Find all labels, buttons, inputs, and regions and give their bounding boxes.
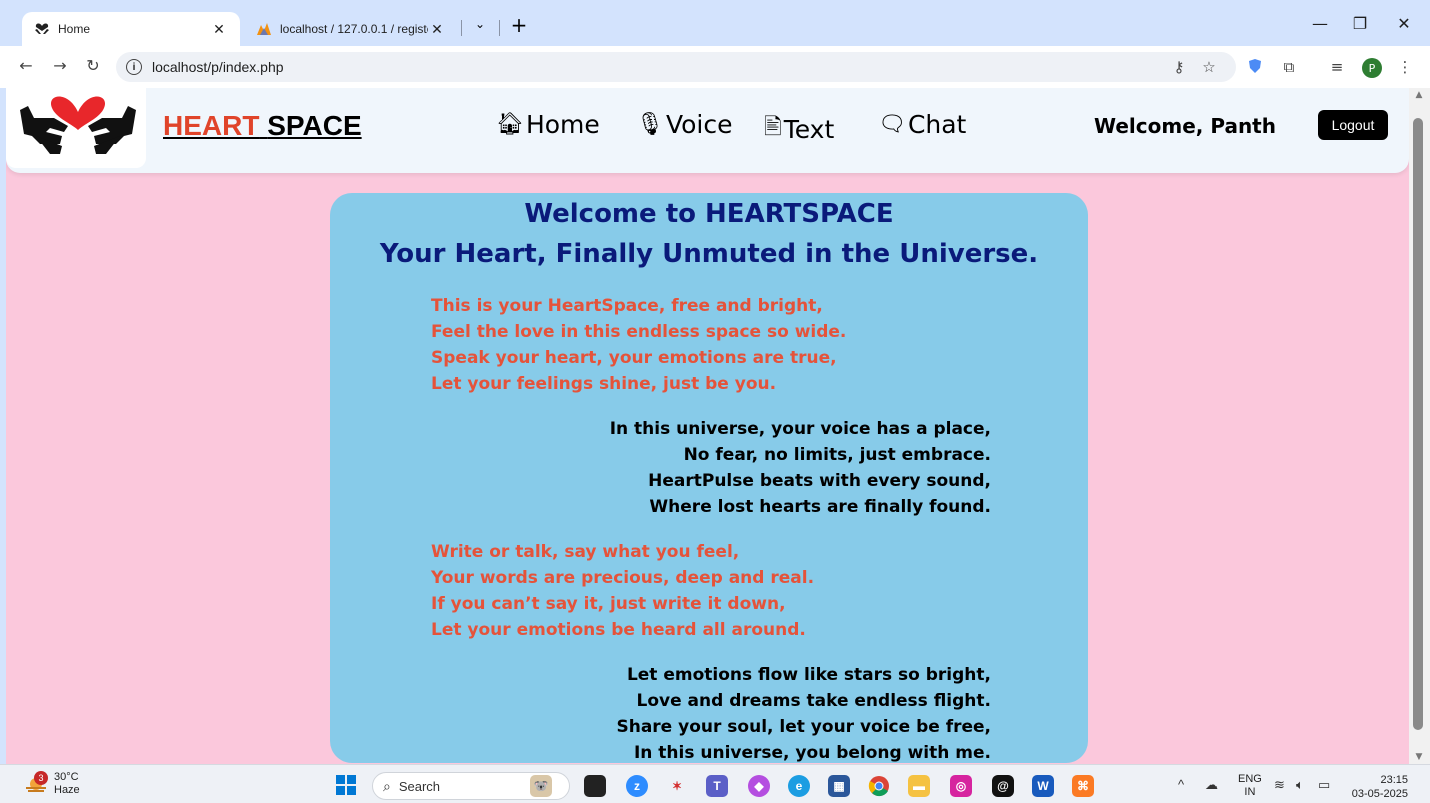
wifi-icon[interactable]: ≋ [1274,777,1285,793]
welcome-card: Welcome to HEARTSPACE Your Heart, Finall… [330,193,1088,763]
tab-separator [499,20,500,36]
onedrive-cloud-icon[interactable]: ☁ [1205,777,1218,793]
chat-bubbles-icon: 🗨︎ [878,112,906,137]
scroll-down-arrow-icon[interactable]: ▼ [1413,752,1425,762]
nav-chat[interactable]: 🗨︎ Chat [878,110,966,139]
close-window-icon[interactable]: ✕ [1390,14,1418,33]
page-scrollbar[interactable]: ▲ ▼ [1409,88,1430,764]
browser-toolbar: ← → ↻ i localhost/p/index.php ⚷ ☆ ⧉ ≡ ⋮ [0,46,1430,88]
volume-icon[interactable]: 🔈︎ [1296,777,1304,793]
restore-icon[interactable]: ❐ [1346,14,1374,33]
password-key-icon[interactable]: ⚷ [1168,58,1190,76]
tab-title: Home [58,22,91,36]
site-info-icon[interactable]: i [126,59,142,75]
zoom-icon[interactable]: z [626,775,648,797]
instagram-icon[interactable]: ◎ [950,775,972,797]
forward-arrow-icon[interactable]: → [48,56,72,75]
scroll-up-arrow-icon[interactable]: ▲ [1413,90,1425,100]
chevron-up-icon[interactable]: ^ [1178,777,1184,792]
address-input[interactable]: i localhost/p/index.php [116,52,1236,82]
os-taskbar: 3 30°C Haze ⌕ Search 🐨 z ✶ T ◆ e ▦ ▬ ◎ @… [0,764,1430,803]
brand-title[interactable]: HEART SPACE [163,110,362,142]
nav-text[interactable]: 🖹 Text [764,110,834,148]
battery-icon[interactable]: ▭ [1318,777,1330,793]
chrome-icon[interactable] [868,775,890,797]
close-icon[interactable]: ✕ [428,21,446,38]
poem-stanza-1: This is your HeartSpace, free and bright… [431,296,847,394]
xampp-icon[interactable]: ⌘ [1072,775,1094,797]
weather-desc: Haze [54,784,80,796]
task-view-icon[interactable] [584,775,606,797]
site-header: HEART SPACE 🏠︎ Home 🎙︎ Voice 🖹 Text 🗨︎ Chat … [6,88,1409,173]
menu-kebab-icon[interactable]: ⋮ [1394,58,1416,76]
bookmark-star-icon[interactable]: ☆ [1198,58,1220,76]
weather-temp: 30°C [54,771,79,783]
url-text: localhost/p/index.php [152,59,284,75]
heart-hands-logo-icon [20,96,136,154]
sparkle-app-icon[interactable]: ✶ [666,775,688,797]
profile-avatar[interactable]: P [1362,58,1382,78]
edge-icon[interactable]: e [788,775,810,797]
windows-start-icon[interactable] [336,775,356,795]
document-pen-icon: 🖹 [764,115,782,140]
copilot-icon[interactable]: ◆ [748,775,770,797]
poem-stanza-3: Write or talk, say what you feel, Your w… [431,542,815,640]
chevron-down-icon[interactable]: ⌄ [470,17,490,31]
microphone-icon: 🎙︎ [636,112,664,137]
reload-icon[interactable]: ↻ [81,56,105,75]
weather-haze-icon: 3 [24,771,48,793]
page-viewport: HEART SPACE 🏠︎ Home 🎙︎ Voice 🖹 Text 🗨︎ Chat … [6,88,1409,764]
language-indicator[interactable]: ENG IN [1238,773,1262,799]
nav-home[interactable]: 🏠︎ Home [496,110,600,139]
extensions-puzzle-icon[interactable]: ⧉ [1278,58,1300,76]
heart-hands-favicon-icon [34,21,50,37]
house-icon: 🏠︎ [496,112,524,137]
tab-phpmyadmin[interactable]: localhost / 127.0.0.1 / register / ✕ [244,12,458,46]
tab-home[interactable]: Home ✕ [22,12,240,46]
minimize-icon[interactable]: — [1306,14,1334,33]
weather-badge: 3 [34,771,48,785]
word-icon[interactable]: W [1032,775,1054,797]
threads-icon[interactable]: @ [992,775,1014,797]
reading-list-icon[interactable]: ≡ [1326,58,1348,76]
search-icon: ⌕ [383,777,391,794]
back-arrow-icon[interactable]: ← [14,56,38,75]
shield-extension-icon[interactable] [1244,58,1266,78]
system-clock[interactable]: 23:15 03-05-2025 [1348,773,1408,801]
poem-stanza-2: In this universe, your voice has a place… [609,419,991,517]
browser-tab-bar: Home ✕ localhost / 127.0.0.1 / register … [0,0,1430,46]
tab-title: localhost / 127.0.0.1 / register / [280,22,428,36]
file-explorer-icon[interactable]: ▬ [908,775,930,797]
logo[interactable] [6,88,146,168]
tab-separator [461,20,462,36]
search-highlight-icon[interactable]: 🐨 [530,775,552,797]
close-icon[interactable]: ✕ [210,21,228,38]
poem-stanza-4: Let emotions flow like stars so bright, … [616,665,991,763]
welcome-user-text: Welcome, Panth [1094,114,1276,138]
page-title: Welcome to HEARTSPACE [524,199,894,229]
teams-icon[interactable]: T [706,775,728,797]
phpmyadmin-icon [256,21,272,37]
nav-voice[interactable]: 🎙︎ Voice [636,110,732,139]
scroll-thumb[interactable] [1413,118,1423,730]
logout-button[interactable]: Logout [1318,110,1388,140]
weather-widget[interactable]: 3 30°C Haze [24,771,80,797]
page-subtitle: Your Heart, Finally Unmuted in the Unive… [379,239,1039,269]
search-placeholder: Search [398,778,441,794]
new-tab-plus-icon[interactable]: + [509,13,529,37]
store-icon[interactable]: ▦ [828,775,850,797]
